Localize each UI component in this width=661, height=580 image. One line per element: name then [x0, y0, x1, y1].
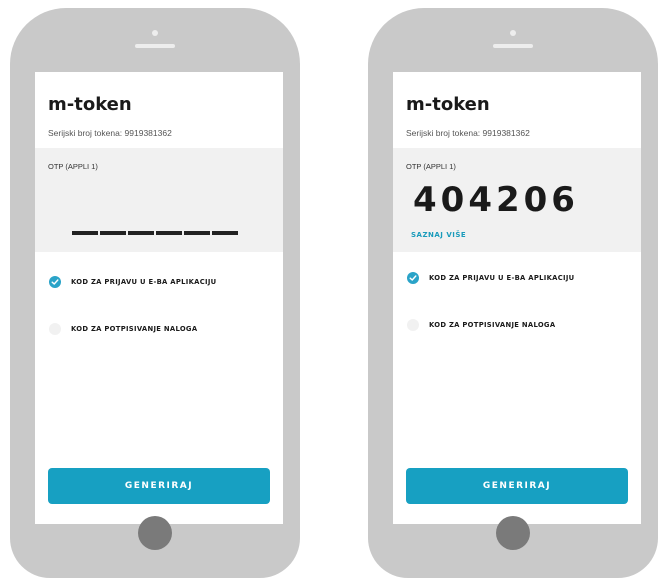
camera-icon [510, 30, 516, 36]
option-signing-code[interactable]: KOD ZA POTPISIVANJE NALOGA [49, 322, 197, 336]
otp-dash [212, 231, 238, 235]
serial-number-label: Serijski broj tokena: 9919381362 [406, 128, 530, 138]
phone-mockup-right: m-token Serijski broj tokena: 9919381362… [368, 8, 658, 578]
option-login-code[interactable]: KOD ZA PRIJAVU U E-BA APLIKACIJU [407, 271, 574, 285]
option-label: KOD ZA PRIJAVU U E-BA APLIKACIJU [429, 274, 575, 282]
learn-more-link[interactable]: SAZNAJ VIŠE [411, 231, 466, 239]
otp-panel: OTP (APPLI 1) [35, 148, 283, 252]
speaker-grille [135, 44, 175, 48]
radio-checked-icon[interactable] [49, 276, 61, 288]
option-label: KOD ZA POTPISIVANJE NALOGA [429, 321, 556, 329]
generate-button[interactable]: GENERIRAJ [406, 468, 628, 504]
camera-icon [152, 30, 158, 36]
generate-button[interactable]: GENERIRAJ [48, 468, 270, 504]
otp-dash [72, 231, 98, 235]
option-label: KOD ZA PRIJAVU U E-BA APLIKACIJU [71, 278, 217, 286]
speaker-grille [493, 44, 533, 48]
otp-code: 404206 [413, 180, 579, 220]
radio-checked-icon[interactable] [407, 272, 419, 284]
otp-dash [128, 231, 154, 235]
option-label: KOD ZA POTPISIVANJE NALOGA [71, 325, 198, 333]
home-button[interactable] [138, 516, 172, 550]
app-screen-right: m-token Serijski broj tokena: 9919381362… [393, 72, 641, 524]
home-button[interactable] [496, 516, 530, 550]
otp-panel: OTP (APPLI 1) 404206 SAZNAJ VIŠE [393, 148, 641, 252]
phone-mockup-left: m-token Serijski broj tokena: 9919381362… [10, 8, 300, 578]
otp-dash [184, 231, 210, 235]
option-login-code[interactable]: KOD ZA PRIJAVU U E-BA APLIKACIJU [49, 275, 216, 289]
otp-dash [156, 231, 182, 235]
otp-placeholder-dashes [72, 220, 240, 239]
serial-number-label: Serijski broj tokena: 9919381362 [48, 128, 172, 138]
app-title: m-token [406, 94, 490, 115]
app-screen-left: m-token Serijski broj tokena: 9919381362… [35, 72, 283, 524]
app-title: m-token [48, 94, 132, 115]
otp-label: OTP (APPLI 1) [48, 162, 98, 171]
option-signing-code[interactable]: KOD ZA POTPISIVANJE NALOGA [407, 318, 555, 332]
radio-unchecked-icon[interactable] [49, 323, 61, 335]
otp-dash [100, 231, 126, 235]
otp-label: OTP (APPLI 1) [406, 162, 456, 171]
radio-unchecked-icon[interactable] [407, 319, 419, 331]
